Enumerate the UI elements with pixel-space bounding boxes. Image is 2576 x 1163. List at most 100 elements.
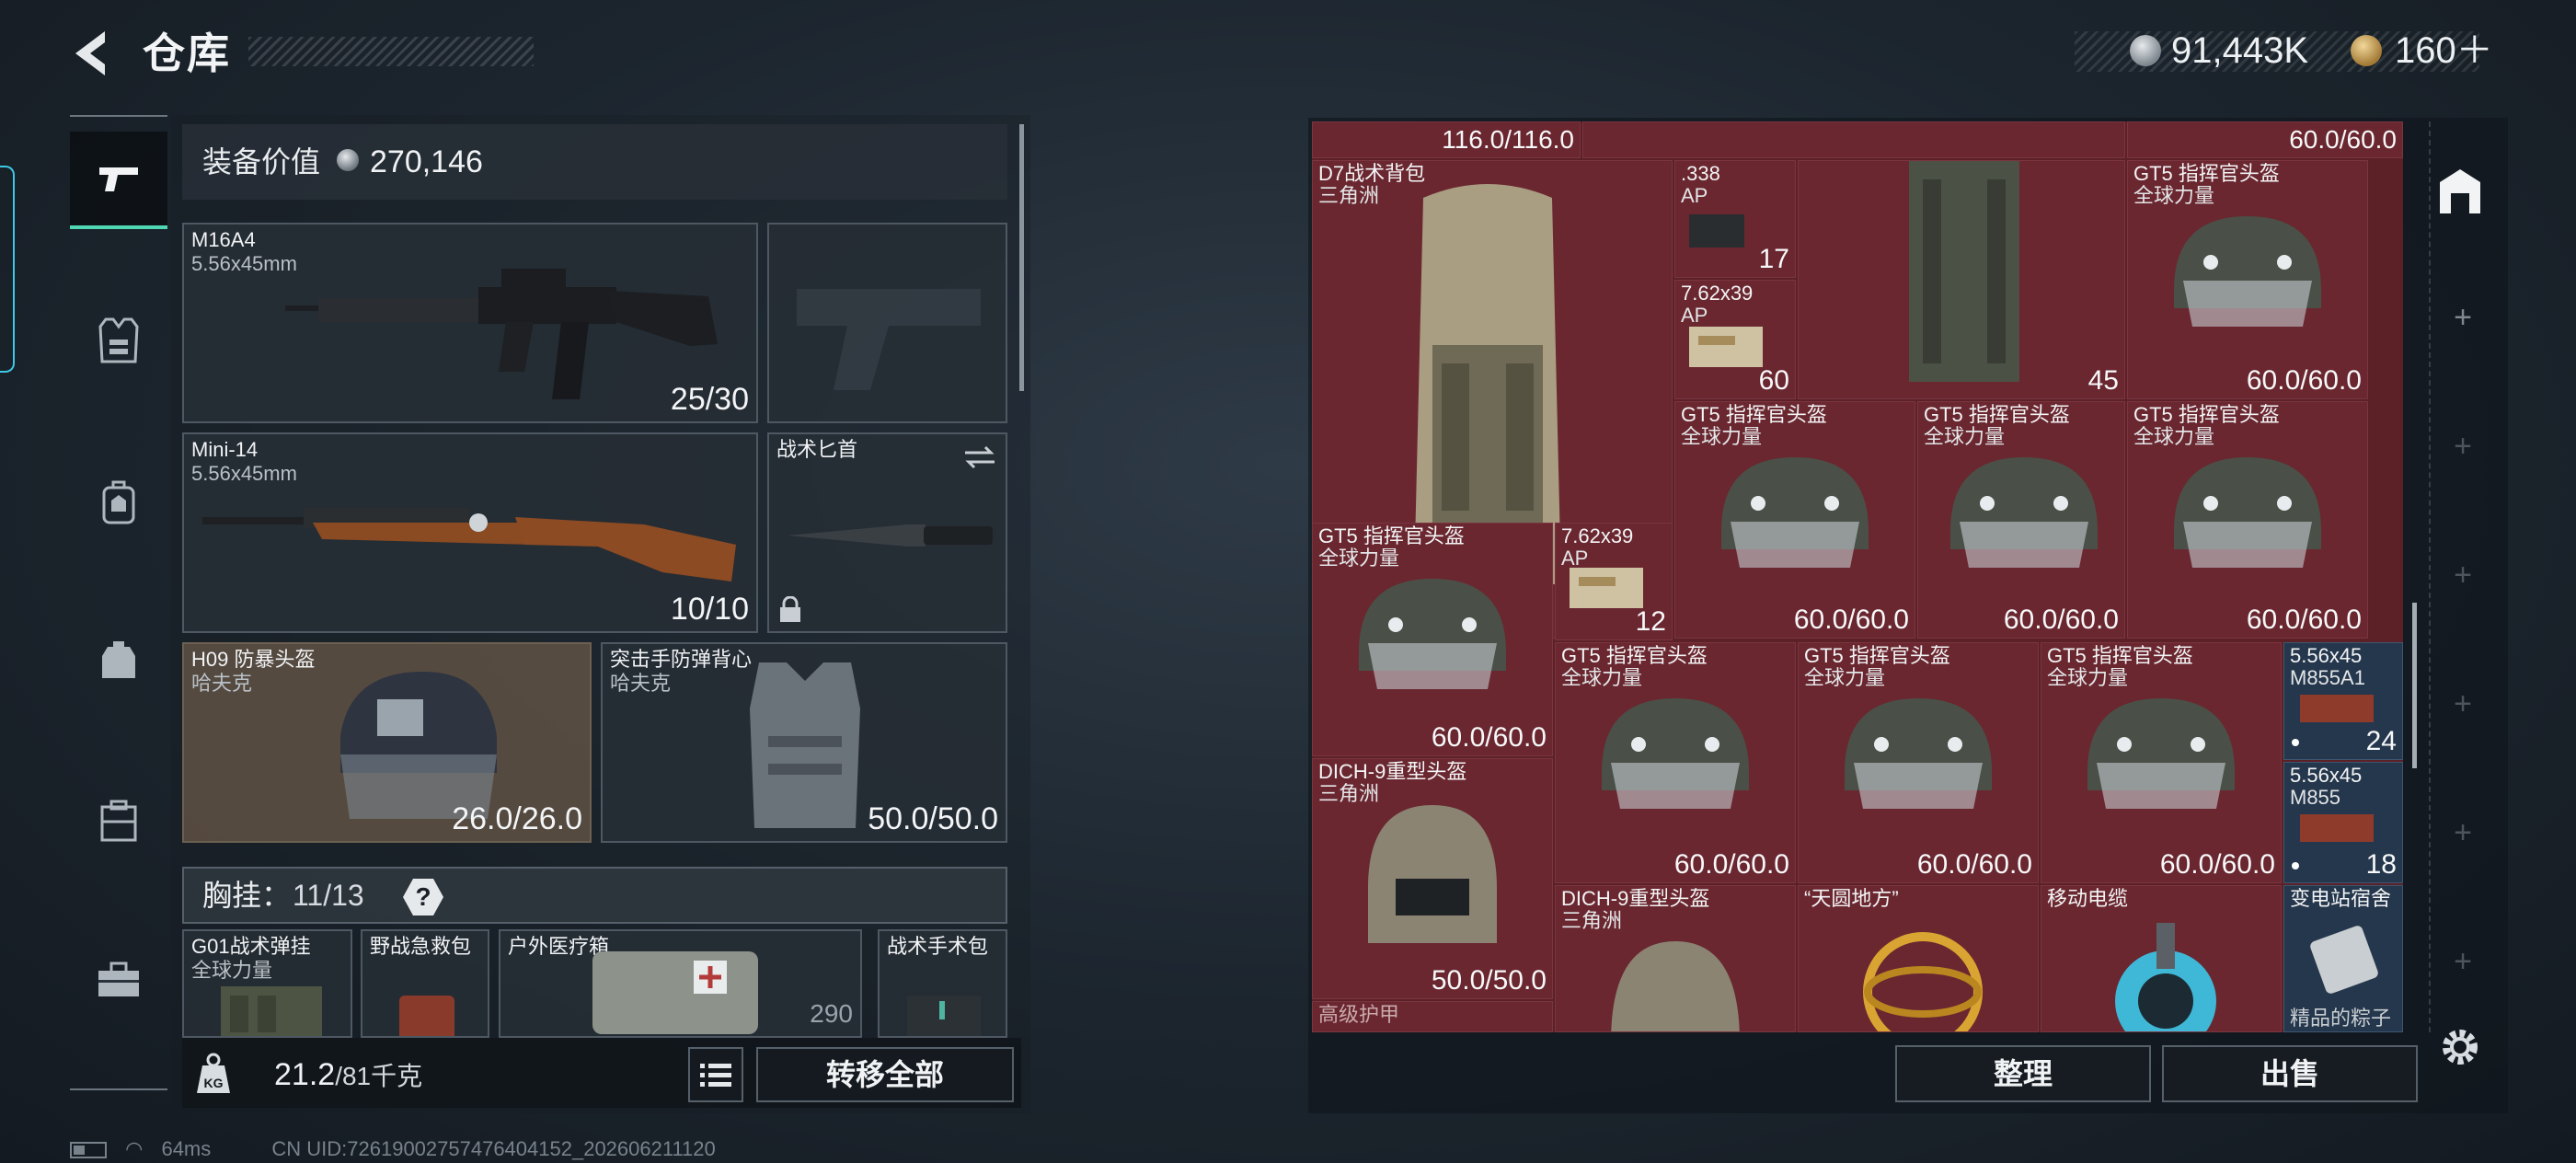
add-stash-tab-button[interactable]: + bbox=[2449, 431, 2477, 462]
item-name: 5.56x45 bbox=[2290, 644, 2363, 667]
stash-item[interactable]: 5.56x45 M855A1 24 bbox=[2283, 642, 2403, 760]
durability: 60.0/60.0 bbox=[2003, 605, 2119, 635]
stack-count: 12 bbox=[1635, 606, 1666, 637]
pouch-icon bbox=[102, 641, 135, 678]
ammo-box-image bbox=[1689, 327, 1763, 367]
item-name: G01战术弹挂 bbox=[191, 935, 311, 958]
stash-item[interactable]: GT5 指挥官头盔 全球力量 60.0/60.0 bbox=[2041, 642, 2282, 883]
nav-backpack[interactable] bbox=[70, 453, 167, 550]
stash-item[interactable]: GT5 指挥官头盔 全球力量 60.0/60.0 bbox=[1798, 642, 2039, 883]
stash-tab-icon[interactable] bbox=[2432, 164, 2488, 219]
carry-weight-value: 21.2 bbox=[274, 1057, 336, 1092]
page-title: 仓库 bbox=[143, 29, 231, 77]
stash-item[interactable]: “天圆地方” bbox=[1798, 885, 2039, 1032]
rig-item[interactable]: G01战术弹挂 全球力量 bbox=[182, 929, 352, 1038]
stash-item[interactable]: 5.56x45 M855 18 bbox=[2283, 762, 2403, 883]
back-arrow-icon[interactable] bbox=[64, 26, 120, 81]
add-stash-tab-button[interactable]: + bbox=[2449, 946, 2477, 977]
item-variant: AP bbox=[1681, 184, 1708, 207]
stash-item[interactable]: DICH-9重型头盔 三角洲 bbox=[1555, 885, 1796, 1032]
stash-grid: 116.0/116.0 60.0/60.0 D7战术背包 三角洲 35 .338… bbox=[1312, 121, 2403, 1032]
slot-helmet[interactable]: H09 防暴头盔 哈夫克 26.0/26.0 bbox=[182, 642, 592, 843]
stash-item[interactable]: GT5 指挥官头盔 全球力量 60.0/60.0 bbox=[1674, 401, 1915, 639]
new-badge-dot bbox=[2292, 739, 2299, 746]
durability: 60.0/60.0 bbox=[1916, 849, 2032, 880]
new-badge-dot bbox=[2292, 862, 2299, 869]
durability: 60.0/60.0 bbox=[1793, 605, 1909, 635]
ammo-box-image bbox=[1689, 214, 1744, 248]
slot-body-armor[interactable]: 突击手防弹背心 哈夫克 50.0/50.0 bbox=[601, 642, 1007, 843]
stash-item[interactable]: 45 bbox=[1798, 160, 2125, 399]
add-stash-tab-button[interactable]: + bbox=[2449, 688, 2477, 720]
item-brand: 全球力量 bbox=[2133, 184, 2215, 207]
add-stash-tab-button[interactable]: + bbox=[2449, 302, 2477, 333]
ammo-box-image bbox=[2300, 814, 2374, 842]
stash-item[interactable]: 60.0/60.0 bbox=[2127, 121, 2403, 158]
slot-primary-weapon[interactable]: M16A4 5.56x45mm 25/30 bbox=[182, 223, 758, 423]
gold-coin-icon bbox=[2351, 35, 2382, 66]
sell-button[interactable]: 出售 bbox=[2162, 1045, 2418, 1102]
stash-item[interactable]: GT5 指挥官头盔 全球力量 60.0/60.0 bbox=[2127, 160, 2368, 399]
coin-icon bbox=[337, 149, 359, 171]
item-name: 战术手术包 bbox=[887, 935, 989, 958]
item-name: GT5 指挥官头盔 bbox=[2133, 403, 2280, 426]
stash-item[interactable] bbox=[1582, 121, 2125, 158]
stack-count: 24 bbox=[2365, 726, 2397, 756]
item-name: GT5 指挥官头盔 bbox=[2047, 644, 2193, 667]
chest-rig-capacity: 11/13 bbox=[293, 879, 364, 912]
nav-weapons[interactable] bbox=[70, 132, 167, 229]
stash-item[interactable]: GT5 指挥官头盔 全球力量 60.0/60.0 bbox=[1555, 642, 1796, 883]
item-name: “天圆地方” bbox=[1804, 887, 1899, 910]
list-view-button[interactable] bbox=[688, 1047, 743, 1102]
stash-item[interactable]: 变电站宿舍 精品的粽子 bbox=[2283, 885, 2403, 1032]
stash-item[interactable]: 7.62x39 AP 12 bbox=[1555, 523, 1673, 640]
stash-item[interactable]: GT5 指挥官头盔 全球力量 60.0/60.0 bbox=[1312, 523, 1553, 756]
container-icon bbox=[100, 800, 137, 842]
ammo-box-image bbox=[2300, 695, 2374, 722]
slot-sidearm[interactable] bbox=[767, 223, 1007, 423]
loadout-scrollbar[interactable] bbox=[1019, 124, 1024, 391]
rifle-image bbox=[202, 508, 736, 582]
item-name: 精品的粽子 bbox=[2290, 1007, 2392, 1030]
stash-item[interactable]: 高级护甲 bbox=[1312, 1001, 1553, 1032]
item-name: Mini-14 bbox=[191, 438, 259, 461]
stash-item[interactable]: 移动电缆 bbox=[2041, 885, 2282, 1032]
title-decoration bbox=[248, 37, 534, 66]
stash-item[interactable]: GT5 指挥官头盔 全球力量 60.0/60.0 bbox=[1917, 401, 2125, 639]
rig-item[interactable]: 户外医疗箱 290 bbox=[499, 929, 862, 1038]
pistol-silhouette-icon bbox=[797, 289, 981, 390]
sort-button[interactable]: 整理 bbox=[1895, 1045, 2151, 1102]
side-menu-handle[interactable] bbox=[0, 166, 15, 373]
slot-secondary-weapon[interactable]: Mini-14 5.56x45mm 10/10 bbox=[182, 432, 758, 633]
durability: 50.0/50.0 bbox=[868, 801, 998, 836]
nav-container[interactable] bbox=[70, 772, 167, 869]
durability: 50.0/50.0 bbox=[1431, 965, 1547, 996]
stash-scrollbar[interactable] bbox=[2412, 603, 2417, 768]
stash-item[interactable]: DICH-9重型头盔 三角洲 50.0/50.0 bbox=[1312, 758, 1553, 999]
currency-secondary-topup[interactable]: 160＋ bbox=[2395, 28, 2493, 74]
item-variant: M855 bbox=[2290, 786, 2341, 809]
rig-item[interactable]: 野战急救包 bbox=[361, 929, 489, 1038]
add-stash-tab-button[interactable]: + bbox=[2449, 817, 2477, 848]
nav-pouch[interactable] bbox=[70, 612, 167, 709]
stash-item[interactable]: 7.62x39 AP 60 bbox=[1674, 280, 1796, 399]
add-stash-tab-button[interactable]: + bbox=[2449, 559, 2477, 591]
item-variant: M855A1 bbox=[2290, 666, 2365, 689]
stash-item[interactable]: .338 AP 17 bbox=[1674, 160, 1796, 278]
item-caliber: 5.56x45mm bbox=[191, 252, 297, 275]
item-name: 高级护甲 bbox=[1318, 1003, 1400, 1026]
nav-toolbox[interactable] bbox=[70, 931, 167, 1029]
rig-item[interactable]: 战术手术包 bbox=[878, 929, 1007, 1038]
slot-melee[interactable]: 战术匕首 bbox=[767, 432, 1007, 633]
nav-armor[interactable] bbox=[70, 292, 167, 389]
item-count: 290 bbox=[810, 999, 853, 1028]
helmet-image bbox=[1611, 941, 1740, 1031]
item-brand: 三角洲 bbox=[1561, 909, 1623, 932]
ammo-count: 25/30 bbox=[670, 382, 749, 417]
swap-icon[interactable] bbox=[963, 443, 996, 471]
settings-gear-icon[interactable] bbox=[2438, 1025, 2482, 1069]
item-brand: 全球力量 bbox=[2133, 425, 2215, 448]
stash-item[interactable]: 116.0/116.0 bbox=[1312, 121, 1581, 158]
transfer-all-button[interactable]: 转移全部 bbox=[756, 1047, 1014, 1102]
stash-item[interactable]: GT5 指挥官头盔 全球力量 60.0/60.0 bbox=[2127, 401, 2368, 639]
